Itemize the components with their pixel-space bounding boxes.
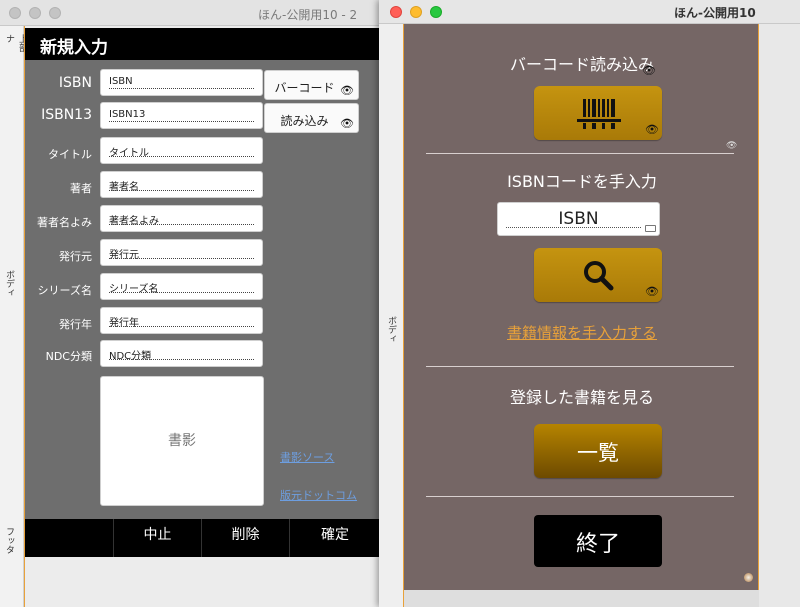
close-button-icon[interactable]	[390, 6, 402, 18]
eye-icon: 👁	[340, 84, 354, 97]
manual-entry-link[interactable]: 書籍情報を手入力する	[404, 322, 760, 343]
isbn13-field-value: ISBN13	[109, 109, 146, 120]
field-label-isbn13: ISBN13	[41, 107, 92, 123]
barcode-section-title: バーコード読み込み	[509, 55, 654, 74]
form-footer: 中止 削除 確定	[25, 519, 380, 557]
body-part-label: ボディ	[4, 270, 14, 297]
minimize-dot-icon[interactable]	[29, 7, 41, 19]
divider	[426, 153, 734, 154]
zoom-button-icon[interactable]	[430, 6, 442, 18]
barcode-button[interactable]: バーコード 👁	[264, 70, 359, 100]
author-field[interactable]: 著者名	[100, 171, 263, 198]
field-label-title: タイトル	[48, 148, 92, 161]
keyboard-icon	[645, 225, 656, 232]
divider	[426, 496, 734, 497]
title-field[interactable]: タイトル	[100, 137, 263, 164]
delete-button[interactable]: 削除	[201, 519, 289, 557]
load-button[interactable]: 読み込み 👁	[264, 103, 359, 133]
isbn-input-value: ISBN	[558, 209, 599, 229]
ndc-field[interactable]: NDC分類	[100, 340, 263, 367]
isbn-input[interactable]: ISBN	[497, 202, 660, 236]
eye-icon: 👁	[642, 64, 656, 77]
footer-part-label: フッタ	[4, 527, 14, 554]
eye-icon: 👁	[645, 285, 659, 298]
isbn-field-value: ISBN	[109, 76, 133, 87]
list-section-title: 登録した書籍を見る	[509, 388, 654, 407]
cancel-button[interactable]: 中止	[113, 519, 201, 557]
status-area	[403, 590, 759, 607]
body-part-strip: ボディ	[0, 60, 24, 519]
back-window-title: ほん-公開用10 - 2	[258, 8, 358, 22]
isbn-field[interactable]: ISBN	[100, 69, 263, 96]
back-window: ほん-公開用10 - 2 上部ナ ボディ フッタ 新規入力 ISBN ISBN …	[0, 0, 386, 607]
hanmoto-link[interactable]: 版元ドットコム	[280, 487, 357, 503]
divider	[426, 366, 734, 367]
minimize-button-icon[interactable]	[410, 6, 422, 18]
cover-image-field[interactable]: 書影	[100, 376, 264, 506]
barcode-icon	[577, 99, 621, 129]
form-body: ISBN ISBN ISBN13 ISBN13 タイトル タイトル 著者 著者名…	[25, 60, 380, 520]
exit-button[interactable]: 終了	[534, 515, 662, 567]
year-field[interactable]: 発行年	[100, 307, 263, 334]
plugin-icon	[744, 573, 753, 582]
header-part-strip: 上部ナ	[0, 26, 27, 60]
barcode-scan-button[interactable]: 👁	[534, 86, 662, 140]
field-label-author-kana: 著者名よみ	[37, 216, 92, 229]
series-field[interactable]: シリーズ名	[100, 273, 263, 300]
field-label-ndc: NDC分類	[45, 350, 92, 363]
front-window-title: ほん-公開用10	[674, 6, 756, 20]
field-label-author: 著者	[70, 182, 92, 195]
footer-part-strip: フッタ	[0, 519, 24, 607]
front-window: ほん-公開用10 ボディ バーコード読み込み 👁 👁 �	[379, 0, 800, 607]
close-dot-icon[interactable]	[9, 7, 21, 19]
field-label-year: 発行年	[59, 318, 92, 331]
body-part-strip: ボディ	[379, 24, 403, 607]
window-margin	[759, 24, 800, 607]
back-window-titlebar: ほん-公開用10 - 2	[0, 0, 386, 26]
search-button[interactable]: 👁	[534, 248, 662, 302]
isbn13-field[interactable]: ISBN13	[100, 102, 263, 129]
form-title: 新規入力	[40, 38, 108, 58]
form-header: 新規入力	[25, 28, 380, 60]
confirm-button[interactable]: 確定	[289, 519, 380, 557]
isbn-section-title: ISBNコードを手入力	[507, 172, 657, 191]
author-kana-field[interactable]: 著者名よみ	[100, 205, 263, 232]
exit-button-label: 終了	[575, 532, 620, 557]
cover-placeholder-label: 書影	[168, 433, 196, 449]
zoom-dot-icon[interactable]	[49, 7, 61, 19]
list-button-label: 一覧	[577, 441, 619, 465]
field-label-publisher: 発行元	[59, 250, 92, 263]
menu-body: バーコード読み込み 👁 👁 👁 ISBNコードを手入力 ISBN 👁 書籍情報を…	[403, 24, 759, 590]
load-button-label: 読み込み	[280, 114, 329, 128]
eye-icon: 👁	[645, 123, 659, 136]
publisher-field[interactable]: 発行元	[100, 239, 263, 266]
eye-icon: 👁	[340, 117, 354, 130]
front-window-titlebar: ほん-公開用10	[379, 0, 800, 24]
barcode-button-label: バーコード	[274, 81, 335, 95]
body-part-label: ボディ	[386, 316, 396, 343]
list-button[interactable]: 一覧	[534, 424, 662, 478]
eye-icon: 👁	[726, 141, 738, 151]
field-label-series: シリーズ名	[37, 284, 92, 297]
cover-source-link[interactable]: 書影ソース	[280, 449, 334, 465]
magnifier-icon	[584, 261, 614, 291]
field-label-isbn: ISBN	[58, 75, 92, 91]
